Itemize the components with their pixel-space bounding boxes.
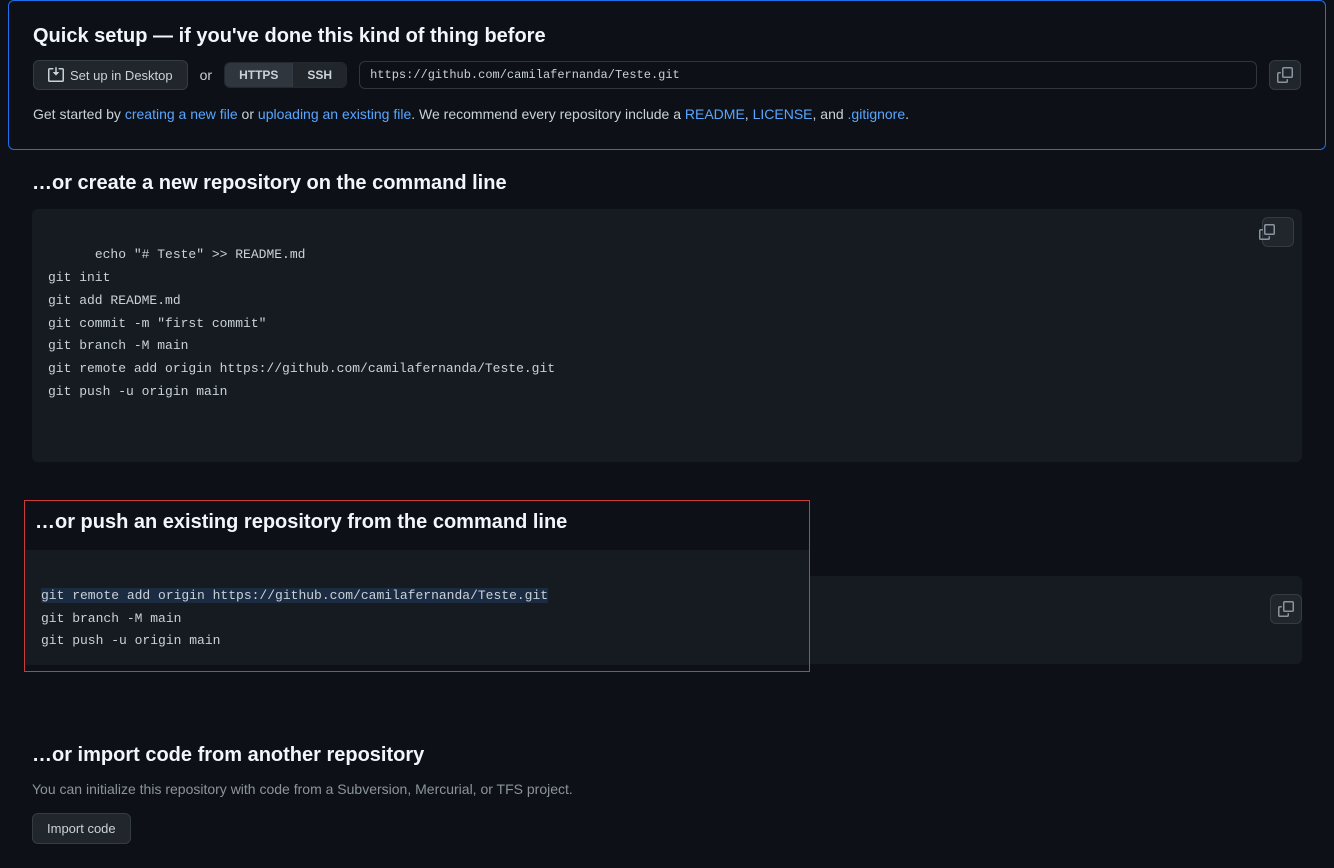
import-code-button[interactable]: Import code [32,813,131,844]
copy-icon [1277,67,1293,83]
create-cli-title: …or create a new repository on the comma… [32,172,1302,195]
create-cli-section: …or create a new repository on the comma… [8,150,1326,486]
clone-url-input[interactable] [359,61,1257,89]
push-cli-line3: git push -u origin main [41,633,220,648]
or-separator: or [200,67,212,83]
push-cli-line1: git remote add origin https://github.com… [41,588,548,603]
setup-in-desktop-label: Set up in Desktop [70,68,173,83]
push-cli-section-wrapper: …or push an existing repository from the… [8,486,1326,697]
setup-in-desktop-button[interactable]: Set up in Desktop [33,60,188,90]
push-cli-codeblock[interactable]: git remote add origin https://github.com… [25,550,809,666]
create-new-file-link[interactable]: creating a new file [125,106,238,122]
upload-existing-file-link[interactable]: uploading an existing file [258,106,411,122]
license-link[interactable]: LICENSE [753,106,813,122]
quick-setup-title: Quick setup — if you've done this kind o… [33,25,1301,48]
create-cli-code: echo "# Teste" >> README.md git init git… [48,247,555,399]
push-cli-line2: git branch -M main [41,611,181,626]
copy-push-cli-button[interactable] [1270,594,1302,624]
copy-icon [1278,601,1294,617]
readme-link[interactable]: README [685,106,745,122]
import-section: …or import code from another repository … [8,696,1326,868]
desktop-download-icon [48,67,64,83]
copy-create-cli-button[interactable] [1262,217,1294,247]
ssh-tab[interactable]: SSH [292,63,346,87]
get-started-text: Get started by creating a new file or up… [33,104,1301,125]
push-cli-highlight: …or push an existing repository from the… [24,500,810,673]
gitignore-link[interactable]: .gitignore [848,106,906,122]
import-description: You can initialize this repository with … [32,781,1302,797]
setup-controls-row: Set up in Desktop or HTTPS SSH [33,60,1301,90]
https-tab[interactable]: HTTPS [225,63,292,87]
create-cli-codeblock[interactable]: echo "# Teste" >> README.md git init git… [32,209,1302,462]
protocol-switch: HTTPS SSH [224,62,347,88]
copy-url-button[interactable] [1269,60,1301,90]
push-cli-title: …or push an existing repository from the… [25,501,809,536]
quick-setup-panel: Quick setup — if you've done this kind o… [8,0,1326,150]
copy-icon [1259,194,1296,270]
import-title: …or import code from another repository [32,744,1302,767]
